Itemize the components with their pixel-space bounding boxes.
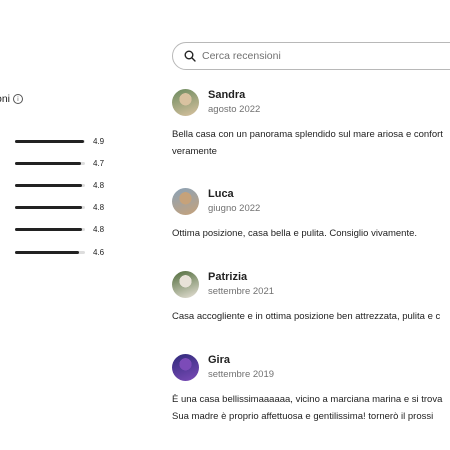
rating-row: 4.6: [15, 247, 110, 257]
rating-value: 4.6: [93, 247, 105, 257]
avatar[interactable]: [172, 271, 199, 298]
rating-bar-fill: [15, 227, 83, 231]
review-date: giugno 2022: [208, 203, 261, 214]
rating-row: 4.7: [15, 158, 110, 168]
rating-value: 4.8: [93, 180, 105, 190]
search-input[interactable]: [202, 50, 432, 62]
rating-bar: [15, 250, 85, 254]
reviewer-name: Luca: [208, 188, 234, 200]
review-date: agosto 2022: [208, 104, 261, 115]
rating-bar-fill: [15, 139, 84, 143]
rating-bar: [15, 227, 85, 231]
review-text: Casa accogliente e in ottima posizione b…: [172, 308, 450, 325]
ratings-header: oni i: [0, 93, 24, 105]
rating-value: 4.7: [93, 158, 105, 168]
review-text: Bella casa con un panorama splendido sul…: [172, 126, 450, 160]
rating-bar: [15, 139, 85, 143]
reviewer-name: Gira: [208, 354, 231, 366]
ratings-header-label: oni: [0, 93, 11, 105]
reviewer-name: Patrizia: [208, 271, 248, 283]
rating-bar-fill: [15, 250, 80, 254]
reviewer-name: Sandra: [208, 89, 246, 101]
avatar[interactable]: [172, 89, 199, 116]
rating-bar: [15, 205, 85, 209]
rating-bar-fill: [15, 161, 81, 165]
review-text: Ottima posizione, casa bella e pulita. C…: [172, 225, 450, 242]
review-date: settembre 2021: [208, 286, 275, 297]
review-text-line: È una casa bellissimaaaaaa, vicino a mar…: [172, 394, 443, 405]
review-text: È una casa bellissimaaaaaa, vicino a mar…: [172, 391, 450, 425]
search-icon: [184, 50, 196, 62]
rating-bar: [15, 161, 85, 165]
avatar[interactable]: [172, 354, 199, 381]
review-text-line: Ottima posizione, casa bella e pulita. C…: [172, 228, 418, 239]
review-text-line: Bella casa con un panorama splendido sul…: [172, 129, 443, 140]
review-text-line: veramente: [172, 146, 217, 157]
rating-value: 4.9: [93, 136, 105, 146]
review-text-line: Sua madre è proprio affettuosa e gentili…: [172, 411, 434, 422]
rating-row: 4.9: [15, 136, 110, 146]
search-box[interactable]: [172, 42, 450, 70]
rating-row: 4.8: [15, 224, 110, 234]
rating-row: 4.8: [15, 180, 110, 190]
rating-bar: [15, 183, 85, 187]
rating-bar-fill: [15, 183, 83, 187]
avatar[interactable]: [172, 188, 199, 215]
rating-value: 4.8: [93, 202, 105, 212]
rating-row: 4.8: [15, 202, 110, 212]
review-date: settembre 2019: [208, 369, 275, 380]
review-text-line: Casa accogliente e in ottima posizione b…: [172, 311, 441, 322]
info-icon[interactable]: i: [13, 94, 24, 104]
rating-bar-fill: [15, 205, 83, 209]
rating-value: 4.8: [93, 224, 105, 234]
